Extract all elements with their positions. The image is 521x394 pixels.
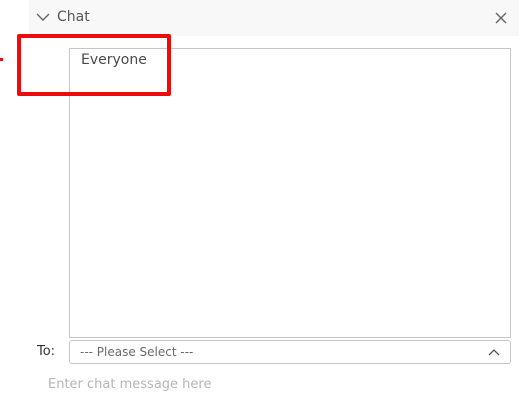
chevron-up-icon (488, 349, 500, 356)
chat-message-log[interactable]: Everyone (69, 48, 511, 338)
recipient-label: To: (37, 344, 56, 359)
chat-message-input[interactable] (40, 374, 510, 394)
close-icon[interactable] (495, 12, 507, 24)
chevron-down-icon[interactable] (36, 12, 50, 22)
annotation-mark (0, 58, 3, 61)
recipient-select[interactable]: --- Please Select --- (69, 340, 511, 364)
chat-panel: Chat Everyone To: --- Please Select --- (0, 0, 521, 394)
recipient-select-value: --- Please Select --- (80, 345, 194, 359)
chat-recipient-header: Everyone (81, 52, 147, 68)
chat-panel-header[interactable]: Chat (29, 0, 519, 36)
panel-title: Chat (57, 9, 90, 25)
